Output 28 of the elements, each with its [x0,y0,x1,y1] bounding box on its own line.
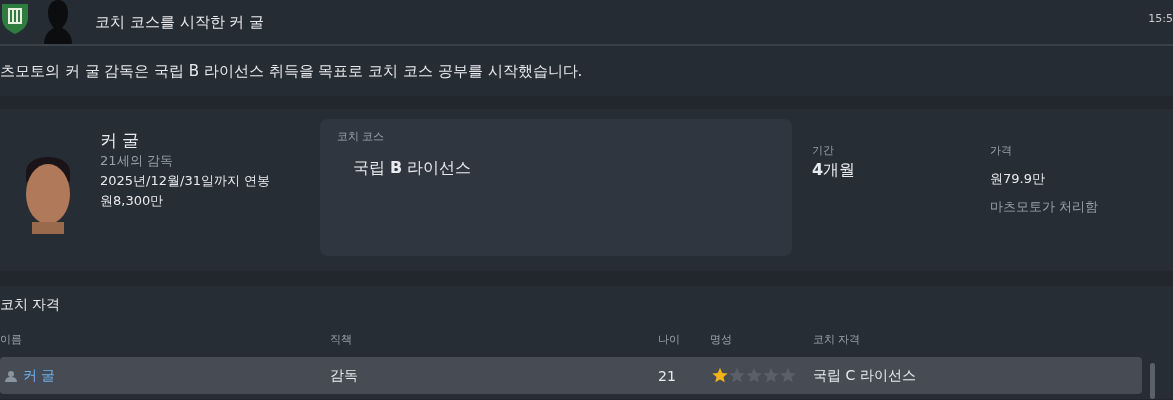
contract-text: 2025년/12월/31일까지 연봉 [100,172,272,190]
message-title: 코치 코스를 시작한 커 굴 [95,13,265,32]
duration-label: 기간 [812,143,835,158]
column-header[interactable]: 직책 [330,332,658,347]
salary-text: 원8,300만 [100,192,165,210]
table-cell-text: 국립 C 라이선스 [813,366,917,385]
column-header[interactable]: 나이 [658,332,710,347]
column-header[interactable]: 명성 [710,332,813,347]
table-row[interactable]: 커 굴 감독 21 국립 C 라이선스 [0,357,1142,394]
message-time: 15:5 [1148,12,1173,25]
column-header[interactable]: 이름 [0,332,330,347]
price-value: 원79.9만 [990,170,1046,188]
price-label: 가격 [990,143,1013,158]
person-icon [5,369,17,382]
course-label: 코치 코스 [337,129,386,144]
scrollbar[interactable] [1150,363,1155,399]
person-name: 커 굴 [100,129,141,151]
table-cell-text: 감독 [330,366,359,385]
column-header[interactable]: 코치 자격 [813,332,1142,347]
section-title: 코치 자격 [0,295,62,314]
course-name: 국립 B 라이선스 [353,158,473,179]
person-role: 21세의 감독 [100,152,174,170]
payer-note: 마츠모토가 처리함 [990,198,1099,216]
duration-value: 4개월 [812,160,857,181]
crest-icon [0,4,30,34]
person-link[interactable]: 커 굴 [23,366,56,385]
message-text: 츠모토의 커 굴 감독은 국립 B 라이선스 취득을 목표로 코치 코스 공부를 시작했습니다. [0,61,583,81]
table-cell-text: 21 [658,367,677,384]
